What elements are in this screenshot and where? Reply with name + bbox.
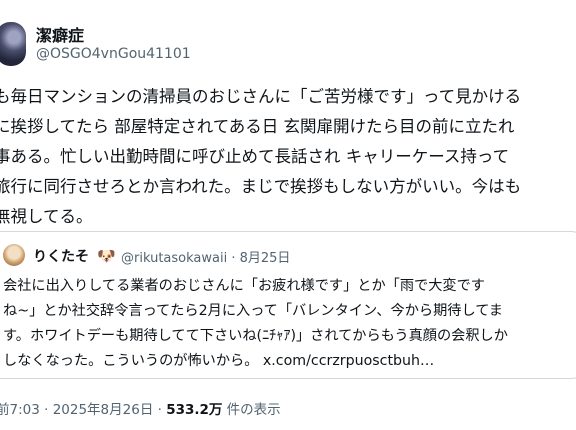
post-timestamp[interactable]: 前7:03 · 2025年8月26日 · bbox=[0, 402, 166, 418]
quoted-link[interactable]: x.com/ccrzrpuosctbuh… bbox=[263, 353, 434, 369]
quoted-line: しなくなった。こういうのが怖いから。 x.com/ccrzrpuosctbuh… bbox=[3, 349, 576, 374]
post-meta: 前7:03 · 2025年8月26日 · 533.2万 件の表示 bbox=[0, 398, 281, 418]
author-name[interactable]: 潔癖症 bbox=[36, 22, 84, 46]
view-count: 533.2万 bbox=[166, 402, 223, 418]
dog-emoji-icon: 🐶 bbox=[97, 247, 116, 265]
quoted-post[interactable]: りくたそ 🐶 @rikutasokawaii · 8月25日 会社に出入りしてる… bbox=[0, 231, 576, 379]
quoted-text: 会社に出入りしてる業者のおじさんに「お疲れ様です」とか「雨で大変です ね~」とか… bbox=[3, 274, 576, 374]
post-line: 事ある。忙しい出勤時間に呼び止めて長話され キャリーケース持って bbox=[0, 147, 510, 166]
quoted-avatar[interactable] bbox=[3, 244, 25, 266]
quoted-line: ね~」とか社交辞令言ってたら2月に入って「バレンタイン、今から期待してま bbox=[3, 303, 503, 319]
view-count-label: 件の表示 bbox=[222, 402, 281, 418]
author-avatar[interactable] bbox=[0, 22, 26, 66]
quoted-line: 会社に出入りしてる業者のおじさんに「お疲れ様です」とか「雨で大変です bbox=[3, 278, 485, 294]
post-line: 旅行に同行させろとか言われた。まじで挨拶もしない方がいい。今はも bbox=[0, 177, 522, 196]
quoted-line-text: しなくなった。こういうのが怖いから。 bbox=[3, 353, 259, 369]
post-line: 無視してる。 bbox=[0, 207, 93, 226]
quoted-handle-date[interactable]: @rikutasokawaii · 8月25日 bbox=[121, 247, 290, 266]
post-line: も毎日マンションの清掃員のおじさんに「ご苦労様です」って見かける bbox=[0, 87, 522, 106]
post-text: も毎日マンションの清掃員のおじさんに「ご苦労様です」って見かける に挨拶してたら… bbox=[0, 82, 576, 232]
quoted-author-name[interactable]: りくたそ bbox=[33, 246, 89, 266]
author-handle[interactable]: @OSGO4vnGou41101 bbox=[36, 46, 191, 62]
quoted-line: す。ホワイトデーも期待してて下さいね(ﾆﾁｬｱ)」されてからもう真顔の会釈しか bbox=[3, 328, 508, 344]
post-line: に挨拶してたら 部屋特定されてある日 玄関扉開けたら目の前に立たれ bbox=[0, 117, 515, 136]
